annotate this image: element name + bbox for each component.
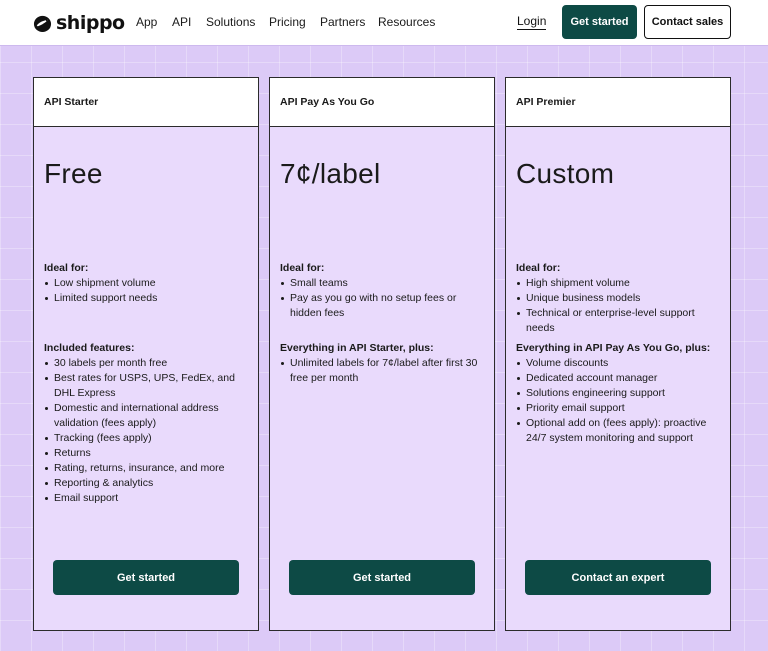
list-item: Priority email support xyxy=(516,401,726,416)
ideal-for-title: Ideal for: xyxy=(44,262,89,274)
features-list: Volume discounts Dedicated account manag… xyxy=(516,356,726,446)
get-started-button[interactable]: Get started xyxy=(289,560,475,595)
list-item: Unique business models xyxy=(516,291,726,306)
plan-price: Custom xyxy=(516,158,615,189)
list-item: Solutions engineering support xyxy=(516,386,726,401)
top-navigation-bar: shippo App API Solutions Pricing Partner… xyxy=(0,0,768,46)
shippo-logo-icon xyxy=(33,15,52,32)
list-item: High shipment volume xyxy=(516,276,726,291)
login-link[interactable]: Login xyxy=(517,14,547,30)
nav-pricing[interactable]: Pricing xyxy=(269,15,306,29)
nav-app[interactable]: App xyxy=(136,15,157,29)
plan-name: API Premier xyxy=(506,78,730,127)
list-item: Best rates for USPS, UPS, FedEx, and DHL… xyxy=(44,371,254,401)
list-item: Rating, returns, insurance, and more xyxy=(44,461,254,476)
plan-card-api-pay-as-you-go: API Pay As You Go 7¢/label Ideal for: Sm… xyxy=(269,77,495,631)
ideal-for-list: High shipment volume Unique business mod… xyxy=(516,276,726,336)
list-item: Returns xyxy=(44,446,254,461)
nav-api[interactable]: API xyxy=(172,15,191,29)
features-title: Everything in API Pay As You Go, plus: xyxy=(516,342,711,354)
nav-solutions[interactable]: Solutions xyxy=(206,15,255,29)
plan-price: 7¢/label xyxy=(280,158,381,189)
list-item: Pay as you go with no setup fees or hidd… xyxy=(280,291,490,321)
plan-price: Free xyxy=(44,158,103,189)
list-item: Low shipment volume xyxy=(44,276,254,291)
features-title: Everything in API Starter, plus: xyxy=(280,342,434,354)
features-title: Included features: xyxy=(44,342,135,354)
list-item: Optional add on (fees apply): proactive … xyxy=(516,416,726,446)
ideal-for-list: Low shipment volume Limited support need… xyxy=(44,276,254,306)
shippo-logo[interactable]: shippo xyxy=(33,11,125,35)
list-item: Email support xyxy=(44,491,254,506)
contact-expert-button[interactable]: Contact an expert xyxy=(525,560,711,595)
list-item: Tracking (fees apply) xyxy=(44,431,254,446)
nav-resources[interactable]: Resources xyxy=(378,15,435,29)
logo-text: shippo xyxy=(56,12,125,34)
plan-card-api-premier: API Premier Custom Ideal for: High shipm… xyxy=(505,77,731,631)
ideal-for-list: Small teams Pay as you go with no setup … xyxy=(280,276,490,321)
contact-sales-button[interactable]: Contact sales xyxy=(644,5,731,39)
list-item: Reporting & analytics xyxy=(44,476,254,491)
get-started-button[interactable]: Get started xyxy=(53,560,239,595)
list-item: Unlimited labels for 7¢/label after firs… xyxy=(280,356,490,386)
list-item: Domestic and international address valid… xyxy=(44,401,254,431)
list-item: Small teams xyxy=(280,276,490,291)
list-item: Technical or enterprise-level support ne… xyxy=(516,306,726,336)
ideal-for-title: Ideal for: xyxy=(516,262,561,274)
plan-name: API Starter xyxy=(34,78,258,127)
features-list: 30 labels per month free Best rates for … xyxy=(44,356,254,506)
nav-partners[interactable]: Partners xyxy=(320,15,365,29)
list-item: Limited support needs xyxy=(44,291,254,306)
features-list: Unlimited labels for 7¢/label after firs… xyxy=(280,356,490,386)
ideal-for-title: Ideal for: xyxy=(280,262,325,274)
plan-card-api-starter: API Starter Free Ideal for: Low shipment… xyxy=(33,77,259,631)
header-get-started-button[interactable]: Get started xyxy=(562,5,637,39)
list-item: Dedicated account manager xyxy=(516,371,726,386)
plan-name: API Pay As You Go xyxy=(270,78,494,127)
list-item: 30 labels per month free xyxy=(44,356,254,371)
list-item: Volume discounts xyxy=(516,356,726,371)
